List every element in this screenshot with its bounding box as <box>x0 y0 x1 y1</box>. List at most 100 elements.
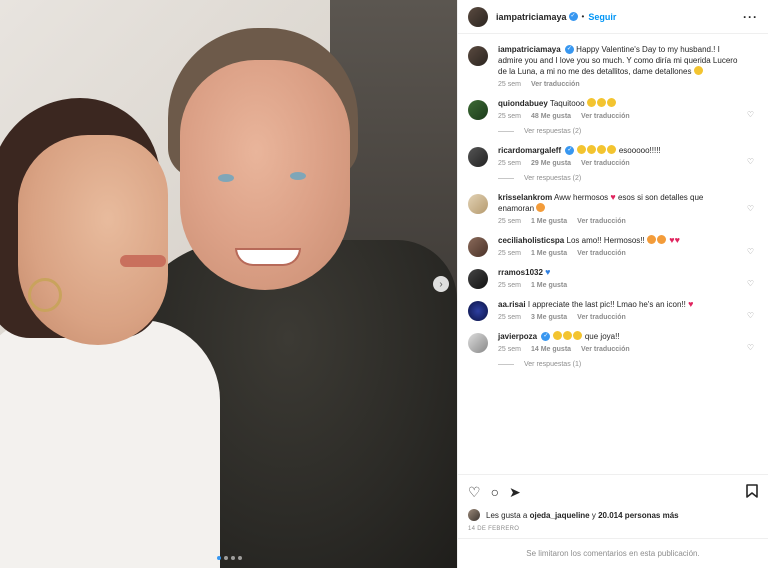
comment-username[interactable]: javierpoza <box>498 332 537 341</box>
comment-username[interactable]: ricardomargaleff <box>498 146 561 155</box>
send-icon[interactable]: ➤ <box>509 485 521 499</box>
commenter-avatar[interactable] <box>468 237 488 257</box>
emoji-icon <box>586 98 596 107</box>
emoji-icon <box>656 235 666 244</box>
author-username[interactable]: iampatriciamaya <box>496 12 567 22</box>
commenter-avatar[interactable] <box>468 269 488 289</box>
blue-heart-icon: ♥ <box>545 267 551 277</box>
comment-text: Aww hermosos <box>554 193 609 202</box>
translate-link[interactable]: Ver traducción <box>531 81 580 88</box>
emoji-icon <box>596 98 606 107</box>
comments-limited-notice: Se limitaron los comentarios en esta pub… <box>458 538 768 568</box>
heart-icon[interactable]: ♡ <box>747 157 754 166</box>
comment-likes[interactable]: 1 Me gusta <box>531 282 567 289</box>
likes-summary: Les gusta a ojeda_jaqueline y 20.014 per… <box>468 509 758 521</box>
reply-button[interactable]: Ver traducción <box>577 218 626 225</box>
comment-time[interactable]: 25 sem <box>498 160 521 167</box>
verified-badge-icon: ✓ <box>541 332 551 342</box>
carousel-dot <box>224 556 228 560</box>
reply-button[interactable]: Ver traducción <box>577 314 626 321</box>
comment-text: Taquitooo <box>549 99 585 108</box>
view-replies[interactable]: Ver respuestas (1) <box>498 361 758 368</box>
carousel-dot <box>238 556 242 560</box>
follow-button[interactable]: Seguir <box>588 12 616 22</box>
comment-username[interactable]: krisselankrom <box>498 193 552 202</box>
comment-username[interactable]: rramos1032 <box>498 268 543 277</box>
comment-time[interactable]: 25 sem <box>498 282 521 289</box>
comment-likes[interactable]: 14 Me gusta <box>531 346 571 353</box>
commenter-avatar[interactable] <box>468 194 488 214</box>
comment: ceciliaholisticspa Los amo!! Hermosos!! … <box>468 235 758 257</box>
separator-dot: • <box>581 12 585 21</box>
comment-likes[interactable]: 48 Me gusta <box>531 113 571 120</box>
likes-middle: y <box>591 510 596 520</box>
post-actions: ♡ ○ ➤ Les gusta a ojeda_jaqueline y 20.0… <box>458 474 768 538</box>
commenter-avatar[interactable] <box>468 333 488 353</box>
carousel-next-button[interactable]: › <box>433 276 449 292</box>
liker-username[interactable]: ojeda_jaqueline <box>530 511 590 520</box>
comment-likes[interactable]: 3 Me gusta <box>531 314 567 321</box>
comment-time[interactable]: 25 sem <box>498 314 521 321</box>
view-replies[interactable]: Ver respuestas (2) <box>498 128 758 135</box>
view-replies[interactable]: Ver respuestas (2) <box>498 175 758 182</box>
comment-icon[interactable]: ○ <box>491 485 499 499</box>
comment-time[interactable]: 25 sem <box>498 113 521 120</box>
author-avatar[interactable] <box>468 6 488 27</box>
emoji-icon <box>586 145 596 154</box>
likes-count[interactable]: 20.014 personas más <box>598 511 679 520</box>
emoji-icon <box>606 98 616 107</box>
post-side-panel: iampatriciamaya ✓ • Seguir ··· iampatric… <box>457 0 768 568</box>
author-avatar[interactable] <box>468 46 488 66</box>
red-heart-icon: ♥ <box>610 192 616 202</box>
heart-icon[interactable]: ♡ <box>468 485 481 499</box>
emoji-icon <box>576 145 586 154</box>
comment-text: I appreciate the last pic!! Lmao he's an… <box>527 300 686 309</box>
comment-time[interactable]: 25 sem <box>498 346 521 353</box>
comment-time[interactable]: 25 sem <box>498 218 521 225</box>
comment-username[interactable]: ceciliaholisticspa <box>498 236 564 245</box>
emoji-icon <box>536 203 546 212</box>
heart-icon[interactable]: ♡ <box>747 247 754 256</box>
comment-username[interactable]: quiondabuey <box>498 99 548 108</box>
reply-button[interactable]: Ver traducción <box>581 113 630 120</box>
comment-likes[interactable]: 1 Me gusta <box>531 250 567 257</box>
likes-prefix: Les gusta a <box>486 510 528 520</box>
caption: iampatriciamaya ✓ Happy Valentine's Day … <box>468 44 758 88</box>
heart-icon[interactable]: ♡ <box>747 204 754 213</box>
commenter-avatar[interactable] <box>468 100 488 120</box>
comment: quiondabuey Taquitooo 25 sem 48 Me gusta… <box>468 98 758 120</box>
comment: javierpoza ✓ que joya!! 25 sem 14 Me gus… <box>468 331 758 353</box>
emoji-icon <box>562 331 572 340</box>
photo-woman-face <box>18 135 168 345</box>
bookmark-icon[interactable] <box>746 484 758 500</box>
photo-woman-lips <box>120 255 166 267</box>
emoji-icon <box>693 66 703 75</box>
commenter-avatar[interactable] <box>468 147 488 167</box>
liker-avatar[interactable] <box>468 509 480 521</box>
reply-button[interactable]: Ver traducción <box>581 160 630 167</box>
carousel-dots <box>217 556 242 560</box>
comment-time[interactable]: 25 sem <box>498 250 521 257</box>
photo-man-smile <box>235 248 301 266</box>
post-date[interactable]: 14 DE FEBRERO <box>468 526 758 532</box>
commenter-avatar[interactable] <box>468 301 488 321</box>
chevron-right-icon: › <box>439 278 443 290</box>
comment: aa.risai I appreciate the last pic!! Lma… <box>468 299 758 321</box>
reply-button[interactable]: Ver traducción <box>577 250 626 257</box>
more-horizontal-icon[interactable]: ··· <box>743 10 758 24</box>
carousel-dot <box>217 556 221 560</box>
reply-button[interactable]: Ver traducción <box>581 346 630 353</box>
caption-time[interactable]: 25 sem <box>498 81 521 88</box>
comments-list: iampatriciamaya ✓ Happy Valentine's Day … <box>458 34 768 474</box>
heart-icon[interactable]: ♡ <box>747 343 754 352</box>
comment-likes[interactable]: 29 Me gusta <box>531 160 571 167</box>
heart-icon[interactable]: ♡ <box>747 311 754 320</box>
photo-earring <box>28 278 62 312</box>
carousel-dot <box>231 556 235 560</box>
photo-man-eye-right <box>290 172 306 180</box>
caption-username[interactable]: iampatriciamaya <box>498 45 561 54</box>
comment-likes[interactable]: 1 Me gusta <box>531 218 567 225</box>
heart-icon[interactable]: ♡ <box>747 110 754 119</box>
heart-icon[interactable]: ♡ <box>747 279 754 288</box>
comment-username[interactable]: aa.risai <box>498 300 526 309</box>
